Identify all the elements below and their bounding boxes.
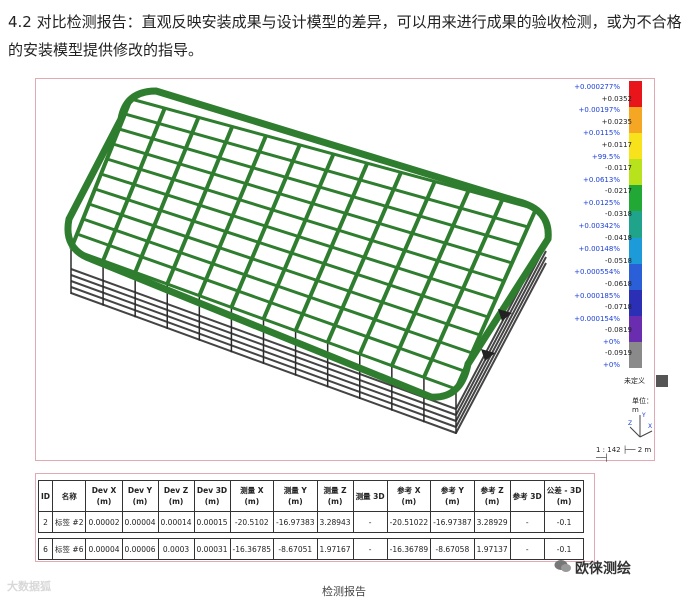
table-header-cell: 测量 Y (m) — [273, 480, 318, 512]
table-cell: 标签 #6 — [52, 538, 87, 560]
table-cell: 0.00014 — [157, 511, 195, 533]
table-header-cell: 参考 Z (m) — [473, 480, 511, 512]
svg-text:Y: Y — [641, 412, 646, 419]
legend-label: +0.00148% — [578, 245, 620, 254]
table-cell: 标签 #2 — [52, 511, 87, 533]
table-cell: 0.00004 — [85, 538, 123, 560]
table-cell: - — [509, 538, 545, 560]
figure-caption: 检测报告 — [322, 585, 366, 598]
legend-label: -0.0618 — [604, 279, 632, 288]
table-header-cell: 测量 3D — [352, 480, 388, 512]
table-cell: - — [352, 511, 388, 533]
table-header-cell: 参考 Y (m) — [430, 480, 475, 512]
table-cell: -16.97387 — [430, 511, 475, 533]
roof-purlin — [94, 187, 489, 319]
legend-label: +0.000185% — [574, 291, 620, 300]
steel-frame-deviation-model — [64, 87, 552, 434]
intro-paragraph: 4.2 对比检测报告：直观反映安装成果与设计模型的差异，可以用来进行成果的验收检… — [8, 13, 682, 59]
table-cell: 1.97137 — [473, 538, 511, 560]
table-cell: 0.00006 — [121, 538, 159, 560]
roof-purlin — [124, 112, 529, 229]
color-legend: +0.000277% +0.0352 +0.00197% +0.0235 +0.0115… — [574, 79, 656, 379]
legend-label: -0.0919 — [604, 349, 632, 358]
table-cell: -16.97383 — [273, 511, 318, 533]
table-cell: 0.00031 — [193, 538, 231, 560]
table-row: 6 标签 #6 0.00004 0.00006 0.0003 0.00031 -16.367… — [37, 538, 585, 560]
watermark-brand: 欧徕测绘 — [575, 561, 631, 577]
legend-label: +0% — [603, 337, 620, 346]
table-header-cell: 参考 X (m) — [386, 480, 432, 512]
legend-label: +0.0115% — [582, 129, 620, 138]
legend-label: +0.0235 — [601, 117, 632, 126]
table-cell: 2 — [37, 511, 54, 533]
legend-label: -0.0117 — [604, 164, 632, 173]
wall-rail — [455, 256, 547, 428]
table-header-cell: Dev X (m) — [85, 480, 123, 512]
legend-label: +0.0117 — [601, 140, 632, 149]
legend-label: +99.5% — [591, 152, 620, 161]
table-cell: -0.1 — [543, 511, 585, 533]
roof-purlin — [112, 142, 513, 265]
legend-label: -0.0819 — [604, 326, 632, 335]
table-cell: 3.28943 — [316, 511, 354, 533]
table-cell: - — [509, 511, 545, 533]
legend-label: +0.000554% — [574, 268, 620, 277]
table-cell: 3.28929 — [473, 511, 511, 533]
legend-label: +0.0125% — [582, 198, 620, 207]
table-cell: 0.00015 — [193, 511, 231, 533]
legend-label: +0.000277% — [574, 83, 620, 91]
undefined-swatch — [656, 375, 668, 387]
svg-text:Z: Z — [628, 420, 632, 427]
watermark-left: 大数据狐 — [7, 580, 51, 593]
legend-label: +0% — [603, 361, 620, 369]
legend-label: +0.0613% — [582, 175, 620, 184]
table-cell: 1.97167 — [316, 538, 354, 560]
table-cell: -0.1 — [543, 538, 585, 560]
legend-label: +0.000154% — [574, 314, 620, 323]
table-cell: - — [352, 538, 388, 560]
table-cell: -20.5102 — [229, 511, 275, 533]
table-cell: -8.67051 — [273, 538, 318, 560]
inspection-figure: +0.000277% +0.0352 +0.00197% +0.0235 +0.0115… — [35, 78, 668, 462]
table-header-cell: 测量 Z (m) — [316, 480, 354, 512]
legend-label: -0.0518 — [604, 256, 632, 265]
legend-label: +0.0352 — [601, 94, 632, 103]
legend-label: +0.00197% — [578, 106, 620, 115]
table-header-cell: Dev 3D (m) — [193, 480, 231, 512]
table-cell: 6 — [37, 538, 54, 560]
table-header-cell: 公差 - 3D (m) — [543, 480, 585, 512]
legend-label: +0.00342% — [578, 222, 620, 230]
legend-label: -0.0718 — [604, 303, 632, 312]
table-header-cell: ID — [37, 480, 54, 512]
table-cell: 0.00002 — [85, 511, 123, 533]
undefined-label: 未定义 — [624, 377, 645, 385]
table-header-cell: 参考 3D — [509, 480, 545, 512]
table-cell: 0.0003 — [157, 538, 195, 560]
table-cell: -16.36785 — [229, 538, 275, 560]
wechat-logo-icon — [554, 560, 571, 572]
table-cell: 0.00004 — [121, 511, 159, 533]
legend-label: -0.0217 — [604, 187, 632, 196]
table-cell: -16.36789 — [386, 538, 432, 560]
axis-triad-icon: Y Z X — [628, 412, 653, 438]
roof-perimeter-ring — [64, 87, 552, 401]
svg-text:X: X — [648, 423, 652, 430]
table-header-cell: 测量 X (m) — [229, 480, 275, 512]
table-cell: -8.67058 — [430, 538, 475, 560]
deviation-table: ID 名称 Dev X (m) Dev Y (m) Dev Z (m) Dev 3D (m) 测量 … — [37, 480, 585, 560]
table-row: 2 标签 #2 0.00002 0.00004 0.00014 0.00015 -20.51… — [37, 511, 585, 533]
scale-bar-label: 1 : 142 ├── 2 m ──┤ — [596, 446, 652, 462]
table-header-cell: Dev Y (m) — [121, 480, 159, 512]
table-header-cell: Dev Z (m) — [157, 480, 195, 512]
table-header-cell: 名称 — [52, 480, 87, 512]
table-cell: -20.51022 — [386, 511, 432, 533]
legend-label: -0.0318 — [604, 210, 632, 219]
legend-label: -0.0418 — [604, 233, 632, 242]
report-table-frame: ID 名称 Dev X (m) Dev Y (m) Dev Z (m) Dev 3D (m) 测量 … — [35, 473, 595, 562]
